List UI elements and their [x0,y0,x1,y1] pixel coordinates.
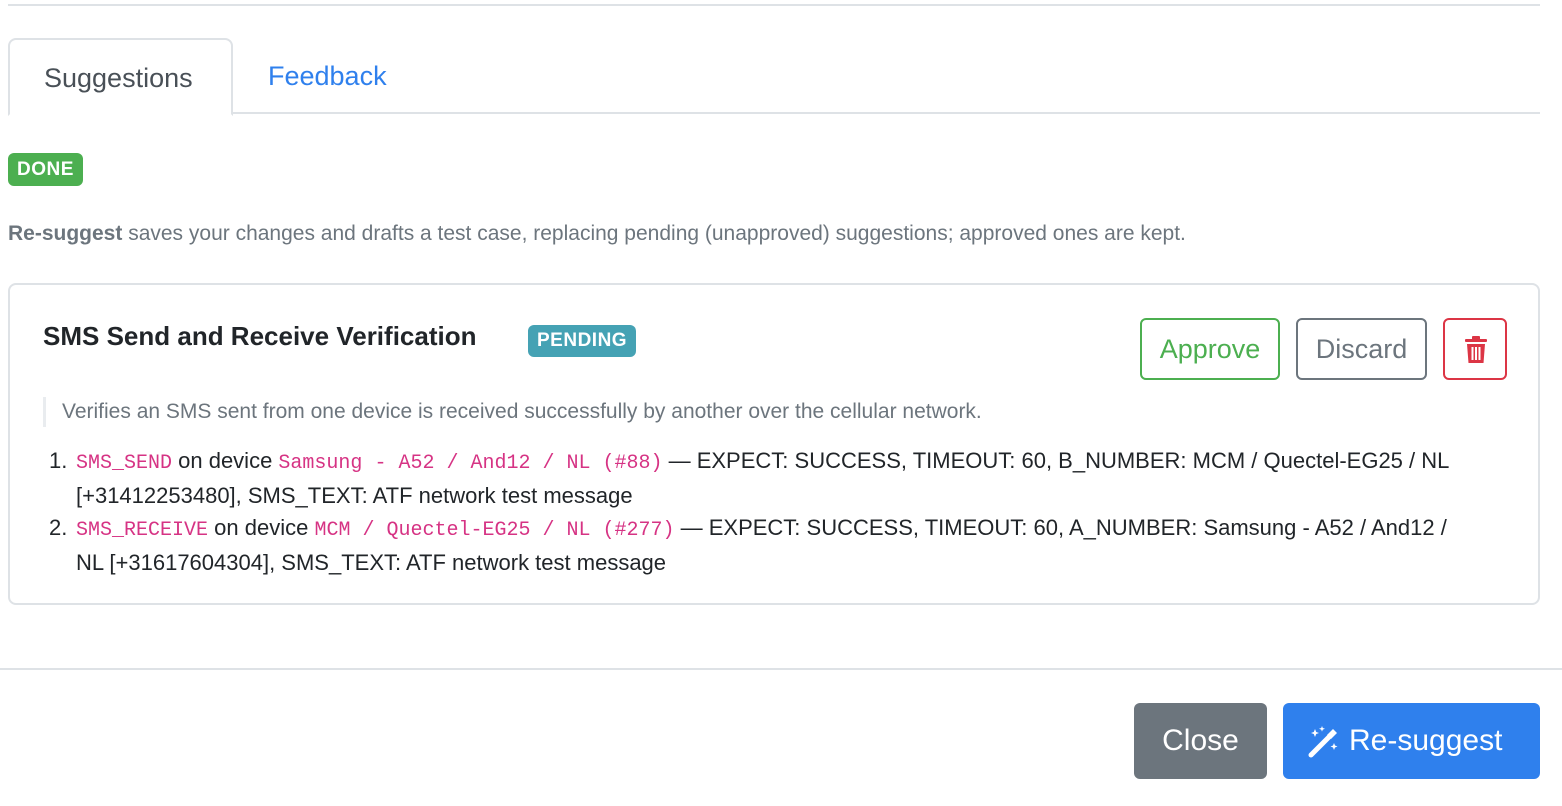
resuggest-button[interactable]: Re-suggest [1283,703,1540,779]
step-on-device: on device [208,515,315,540]
suggestion-card: SMS Send and Receive Verification PENDIN… [8,283,1540,605]
step-device: Samsung - A52 / And12 / NL (#88) [278,452,663,475]
top-divider [8,4,1540,6]
step-number: 1. [49,448,68,473]
step-action: SMS_SEND [76,452,173,475]
suggestion-title: SMS Send and Receive Verification [43,321,477,351]
step-params-cont: [+31412253480], SMS_TEXT: ATF network te… [76,483,633,508]
delete-button[interactable] [1443,318,1507,380]
step-params-cont: NL [+31617604304], SMS_TEXT: ATF network… [76,550,667,575]
magic-wand-icon [1308,726,1338,758]
footer-divider [0,668,1562,670]
approve-button[interactable]: Approve [1140,318,1280,380]
step-params: — EXPECT: SUCCESS, TIMEOUT: 60, A_NUMBER… [674,515,1447,540]
status-badge-pending: PENDING [528,325,637,357]
tab-feedback[interactable]: Feedback [234,38,421,114]
step-device: MCM / Quectel-EG25 / NL (#277) [314,519,675,542]
trash-icon [1465,336,1487,363]
list-item: 1. SMS_SEND on device Samsung - A52 / And… [43,445,1513,512]
close-button[interactable]: Close [1134,703,1267,779]
tab-suggestions[interactable]: Suggestions [8,38,233,116]
resuggest-label: Re-suggest [1349,724,1503,757]
steps-list: 1. SMS_SEND on device Samsung - A52 / And… [43,445,1513,579]
step-action: SMS_RECEIVE [76,519,209,542]
list-item: 2. SMS_RECEIVE on device MCM / Quectel-EG… [43,512,1513,579]
help-text-bold: Re-suggest [8,222,123,245]
discard-button[interactable]: Discard [1296,318,1427,380]
suggestion-description: Verifies an SMS sent from one device is … [43,397,982,427]
step-number: 2. [49,515,68,540]
step-on-device: on device [172,448,279,473]
help-text: Re-suggest saves your changes and drafts… [8,220,1186,248]
tab-bar: Suggestions Feedback [8,38,1540,116]
step-params: — EXPECT: SUCCESS, TIMEOUT: 60, B_NUMBER… [662,448,1450,473]
status-badge-done: DONE [8,153,83,186]
help-text-body: saves your changes and drafts a test cas… [122,222,1186,245]
